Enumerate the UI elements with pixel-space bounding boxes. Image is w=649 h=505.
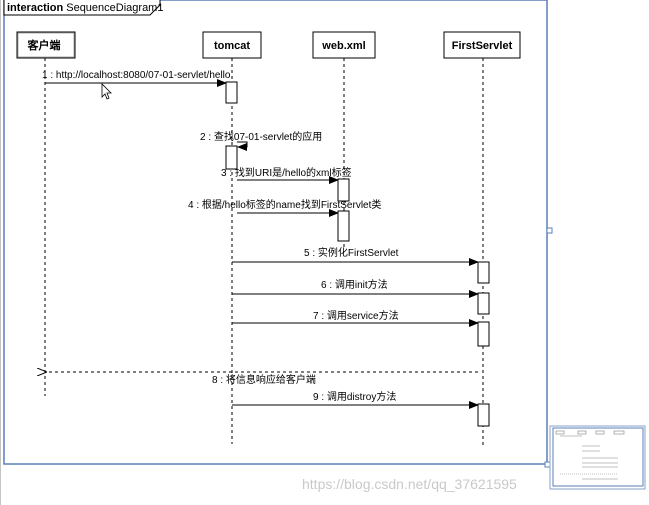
activation-servlet-3	[477, 321, 490, 347]
lifeline-webxml[interactable]: web.xml	[312, 31, 376, 59]
activation-servlet-2	[477, 292, 490, 315]
message-2-label: 2 : 查找07-01-servlet的应用	[200, 130, 322, 143]
message-5-label: 5 : 实例化FirstServlet	[304, 246, 399, 259]
message-4-label: 4 : 根据/hello标签的name找到FirstServlet类	[188, 198, 381, 211]
lifeline-client-label: 客户端	[27, 38, 61, 52]
message-7-label: 7 : 调用service方法	[313, 309, 399, 322]
activation-servlet-1	[477, 261, 490, 284]
overview-thumbnail[interactable]	[549, 425, 646, 490]
frame-kind: interaction	[7, 2, 64, 14]
watermark-text: https://blog.csdn.net/qq_37621595	[302, 476, 517, 492]
message-1-label: 1 : http://localhost:8080/07-01-servlet/…	[42, 70, 231, 81]
resize-handle-corner[interactable]	[544, 461, 551, 468]
activation-webxml-1	[337, 178, 350, 202]
activation-webxml-2	[337, 210, 350, 242]
resize-handle-right[interactable]	[546, 227, 553, 234]
activation-tomcat-2	[225, 145, 238, 170]
sequence-diagram-canvas: interaction SequenceDiagram1 客户端 tomcat w…	[0, 0, 646, 505]
activation-tomcat-1	[225, 81, 238, 104]
lifeline-tomcat[interactable]: tomcat	[202, 31, 262, 59]
lifeline-client[interactable]: 客户端	[16, 31, 76, 59]
interaction-frame-title: interaction SequenceDiagram1	[7, 2, 163, 14]
activation-servlet-4	[477, 403, 490, 427]
lifeline-tomcat-label: tomcat	[214, 40, 250, 52]
message-9-label: 9 : 调用distroy方法	[313, 390, 396, 403]
lifeline-webxml-label: web.xml	[321, 40, 365, 52]
message-6-label: 6 : 调用init方法	[321, 278, 388, 291]
message-8-label: 8 : 将信息响应给客户端	[212, 373, 316, 386]
frame-name: SequenceDiagram1	[66, 2, 163, 14]
lifeline-servlet[interactable]: FirstServlet	[443, 31, 521, 59]
message-3-label: 3 : 找到URI是/hello的xml标签	[221, 166, 352, 179]
lifeline-servlet-label: FirstServlet	[452, 40, 513, 52]
